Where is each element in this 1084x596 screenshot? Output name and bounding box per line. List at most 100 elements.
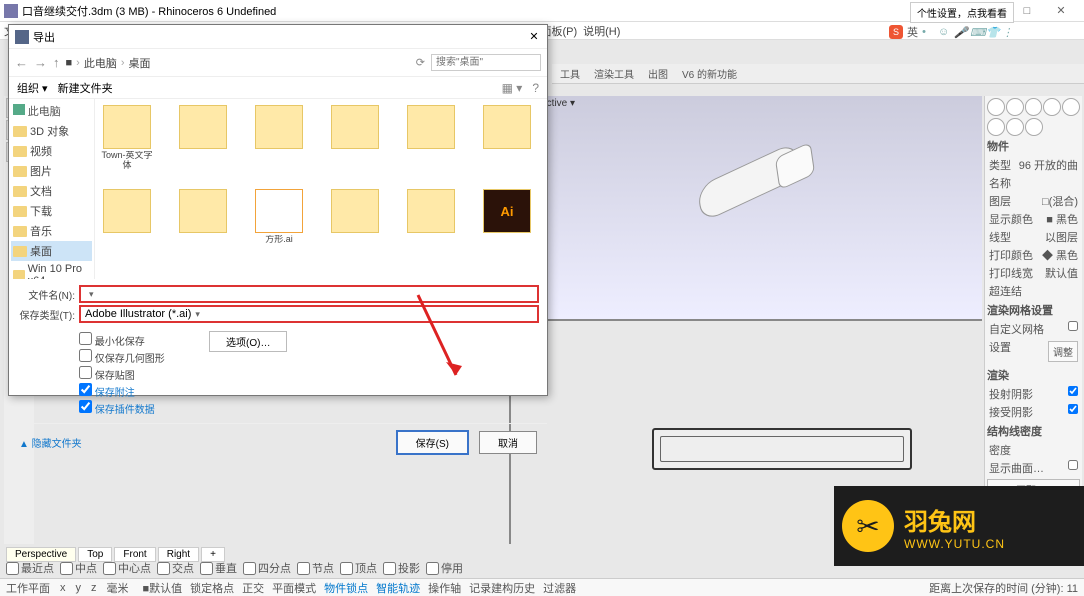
file-item[interactable] xyxy=(101,189,153,255)
panel-subtab-icon[interactable] xyxy=(1006,118,1024,136)
file-item[interactable] xyxy=(481,105,533,171)
sidebar-item[interactable]: 3D 对象 xyxy=(11,121,92,141)
refresh-icon[interactable]: ⟳ xyxy=(416,56,425,69)
status-mode[interactable]: 正交 xyxy=(238,583,268,595)
save-option-check[interactable] xyxy=(79,400,92,413)
cancel-button[interactable]: 取消 xyxy=(479,431,537,454)
dialog-close-button[interactable]: ✕ xyxy=(527,30,541,44)
newfolder-button[interactable]: 新建文件夹 xyxy=(58,80,113,96)
menu-item[interactable]: 说明(H) xyxy=(583,23,620,39)
panel-tab-icon[interactable] xyxy=(1043,98,1061,116)
adjust-button[interactable]: 调整 xyxy=(1048,341,1078,362)
view-icon[interactable]: ▦ ▾ xyxy=(502,81,523,95)
ime-icon-2[interactable]: ☺ xyxy=(938,26,950,38)
sidebar-item[interactable]: 下载 xyxy=(11,201,92,221)
panel-tab-icon[interactable] xyxy=(1025,98,1043,116)
showsurf-check[interactable] xyxy=(1068,460,1078,470)
osnap-item[interactable]: 停用 xyxy=(426,560,463,576)
file-item[interactable] xyxy=(177,189,229,255)
save-option-check[interactable] xyxy=(79,383,92,396)
sidebar-item[interactable]: Win 10 Pro x64 xyxy=(11,261,92,279)
osnap-check[interactable] xyxy=(200,562,213,575)
filetype-select[interactable]: Adobe Illustrator (*.ai)▾ xyxy=(79,305,539,323)
file-item[interactable] xyxy=(405,105,457,171)
sidebar-item[interactable]: 音乐 xyxy=(11,221,92,241)
file-item[interactable]: 方形.ai xyxy=(253,189,305,255)
osnap-check[interactable] xyxy=(340,562,353,575)
status-mode[interactable]: 记录建构历史 xyxy=(465,583,539,595)
osnap-item[interactable]: 顶点 xyxy=(340,560,377,576)
osnap-item[interactable]: 节点 xyxy=(297,560,334,576)
breadcrumb-item[interactable]: 此电脑 xyxy=(84,55,117,71)
sidebar-item[interactable]: 图片 xyxy=(11,161,92,181)
tooltip-settings[interactable]: 个性设置，点我看看 xyxy=(910,2,1014,23)
osnap-item[interactable]: 中心点 xyxy=(103,560,151,576)
sidebar-header[interactable]: 此电脑 xyxy=(28,106,61,118)
toolbar-tab[interactable]: 出图 xyxy=(648,66,668,81)
file-item[interactable] xyxy=(177,105,229,171)
osnap-check[interactable] xyxy=(103,562,116,575)
panel-tab-icon[interactable] xyxy=(987,98,1005,116)
save-option-check[interactable] xyxy=(79,349,92,362)
sidebar-item[interactable]: 文档 xyxy=(11,181,92,201)
file-item[interactable]: Town-英文字体 xyxy=(101,105,153,171)
osnap-item[interactable]: 交点 xyxy=(157,560,194,576)
nav-fwd-icon[interactable]: → xyxy=(34,55,47,70)
panel-subtab-icon[interactable] xyxy=(987,118,1005,136)
status-mode[interactable]: 锁定格点 xyxy=(186,583,238,595)
osnap-check[interactable] xyxy=(157,562,170,575)
ime-icon-4[interactable]: ⌨ xyxy=(970,26,982,38)
toolbar-tab[interactable]: 渲染工具 xyxy=(594,66,634,81)
panel-tab-icon[interactable] xyxy=(1062,98,1080,116)
search-input[interactable] xyxy=(431,54,541,71)
osnap-check[interactable] xyxy=(243,562,256,575)
maximize-button[interactable]: □ xyxy=(1014,2,1040,20)
toolbar-tab[interactable]: 工具 xyxy=(560,66,580,81)
save-option[interactable]: 保存贴图 xyxy=(79,366,477,382)
hide-folders-toggle[interactable]: ▲ 隐藏文件夹 xyxy=(19,435,82,450)
panel-subtab-icon[interactable] xyxy=(1025,118,1043,136)
file-item[interactable] xyxy=(329,189,381,255)
save-button[interactable]: 保存(S) xyxy=(396,430,469,455)
osnap-item[interactable]: 投影 xyxy=(383,560,420,576)
osnap-check[interactable] xyxy=(297,562,310,575)
status-mode[interactable]: ■默认值 xyxy=(139,583,187,595)
ime-icon-5[interactable]: 👕 xyxy=(986,26,998,38)
sidebar-item[interactable]: 视频 xyxy=(11,141,92,161)
castshadow-check[interactable] xyxy=(1068,386,1078,396)
osnap-item[interactable]: 中点 xyxy=(60,560,97,576)
status-mode[interactable]: 操作轴 xyxy=(424,583,465,595)
options-button[interactable]: 选项(O)… xyxy=(209,331,287,352)
breadcrumb[interactable]: ■› 此电脑› 桌面 xyxy=(66,55,410,71)
save-option[interactable]: 保存插件数据 xyxy=(79,400,477,416)
custommesh-check[interactable] xyxy=(1068,321,1078,331)
viewport-perspective[interactable]: Perspective ▾ xyxy=(511,96,982,319)
nav-back-icon[interactable]: ← xyxy=(15,55,28,70)
save-option[interactable]: 保存附注 xyxy=(79,383,477,399)
recvshadow-check[interactable] xyxy=(1068,404,1078,414)
ime-icon-6[interactable]: ⋮ xyxy=(1002,26,1014,38)
panel-tab-icon[interactable] xyxy=(1006,98,1024,116)
osnap-item[interactable]: 垂直 xyxy=(200,560,237,576)
status-mode[interactable]: 过滤器 xyxy=(539,583,580,595)
osnap-check[interactable] xyxy=(60,562,73,575)
toolbar-tab[interactable]: V6 的新功能 xyxy=(682,66,737,81)
status-mode[interactable]: 物件锁点 xyxy=(320,583,372,595)
file-item[interactable] xyxy=(329,105,381,171)
ime-icon-1[interactable]: • xyxy=(922,26,934,38)
breadcrumb-item[interactable]: 桌面 xyxy=(129,55,151,71)
organize-menu[interactable]: 组织 ▾ xyxy=(17,80,48,96)
status-mode[interactable]: 平面模式 xyxy=(268,583,320,595)
osnap-check[interactable] xyxy=(6,562,19,575)
save-option-check[interactable] xyxy=(79,366,92,379)
file-item[interactable]: Ai xyxy=(481,189,533,255)
ime-icon-3[interactable]: 🎤 xyxy=(954,26,966,38)
help-icon[interactable]: ? xyxy=(532,81,539,95)
file-item[interactable] xyxy=(405,189,457,255)
osnap-check[interactable] xyxy=(383,562,396,575)
nav-up-icon[interactable]: ↑ xyxy=(53,55,60,70)
osnap-item[interactable]: 最近点 xyxy=(6,560,54,576)
sogou-icon[interactable]: S xyxy=(889,25,903,39)
osnap-item[interactable]: 四分点 xyxy=(243,560,291,576)
osnap-check[interactable] xyxy=(426,562,439,575)
